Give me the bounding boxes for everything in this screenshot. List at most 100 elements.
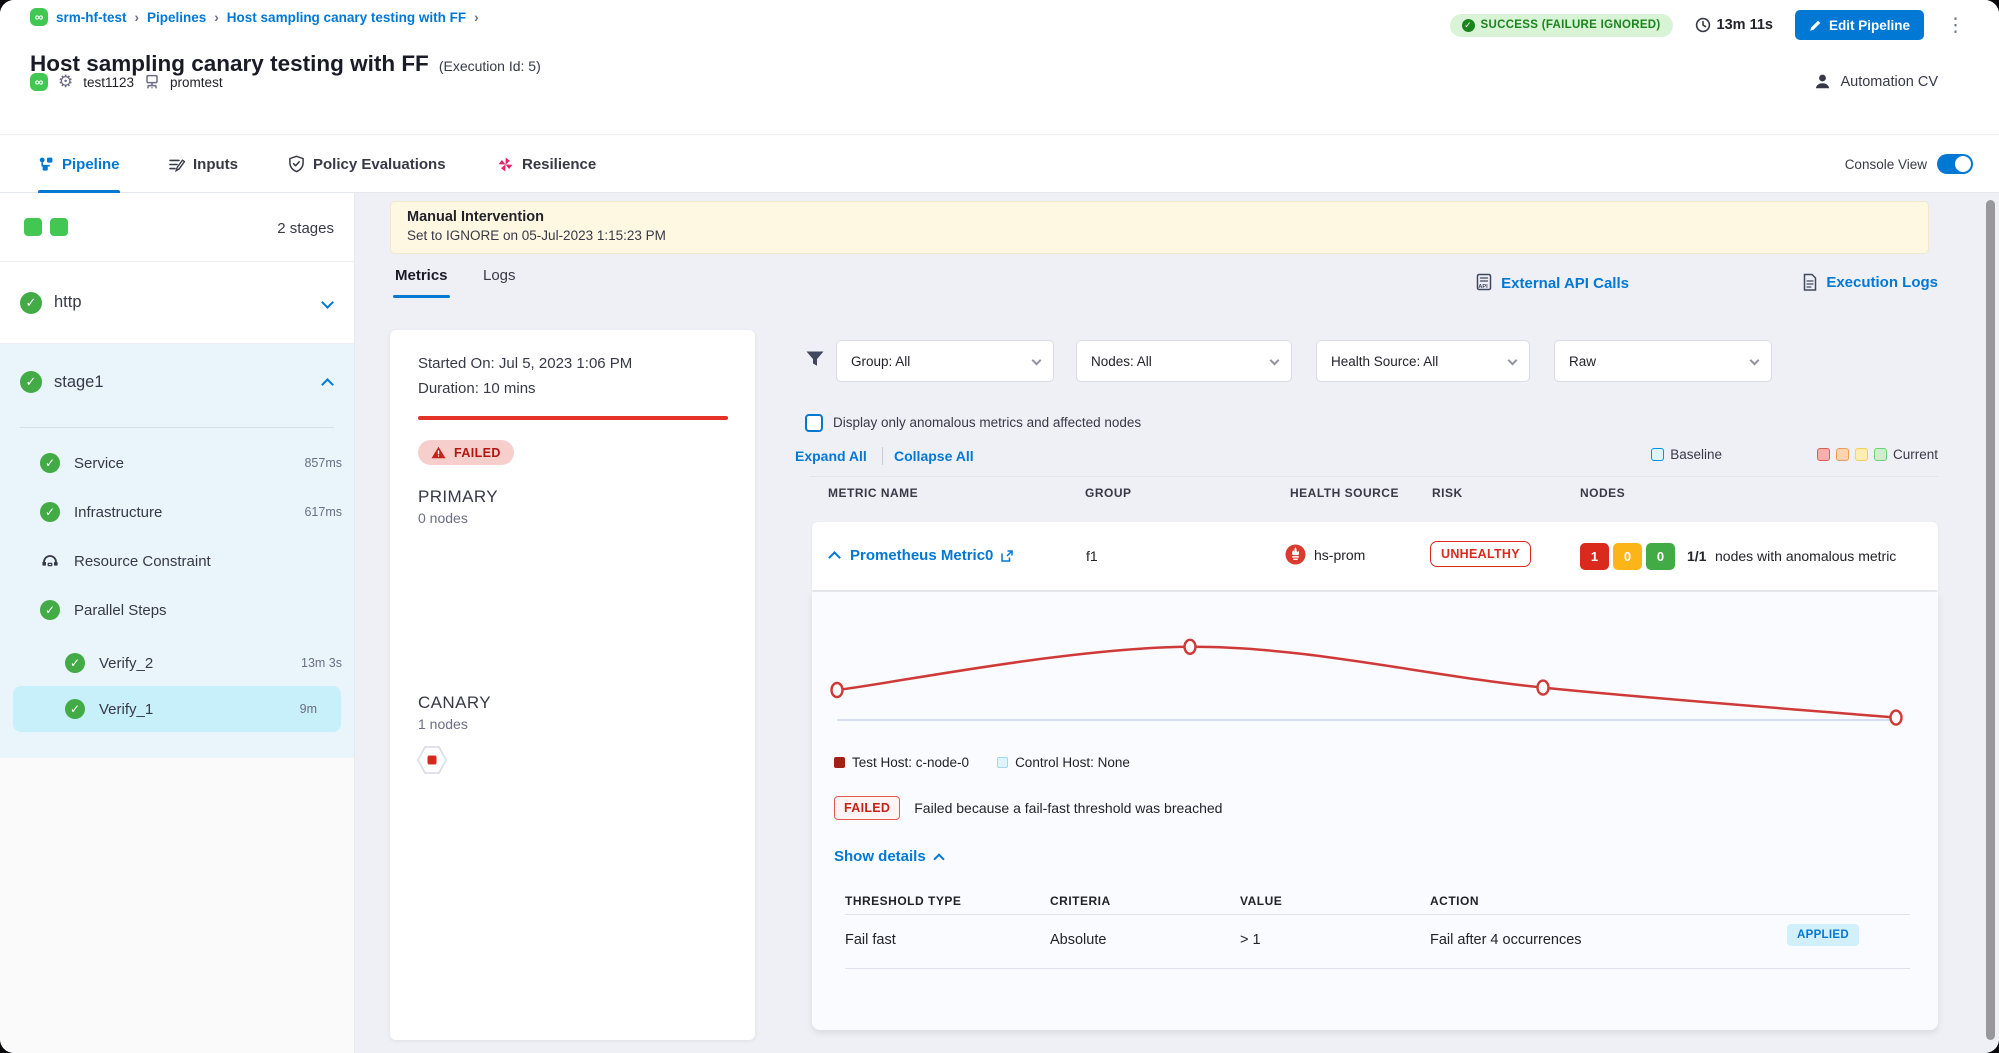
breadcrumb-separator: › bbox=[214, 10, 219, 25]
current-swatch-red bbox=[1817, 448, 1830, 461]
value-cell: > 1 bbox=[1240, 932, 1261, 948]
nodes-filter-select[interactable]: Nodes: All bbox=[1076, 340, 1292, 382]
expand-all-link[interactable]: Expand All bbox=[795, 448, 867, 464]
chevron-up-icon bbox=[933, 853, 944, 864]
success-check-icon: ✓ bbox=[20, 371, 42, 393]
stage-count: 2 stages bbox=[277, 220, 334, 237]
breadcrumb: ∞ srm-hf-test › Pipelines › Host samplin… bbox=[30, 8, 479, 26]
raw-mode-select[interactable]: Raw bbox=[1554, 340, 1772, 382]
execution-duration: 13m 11s bbox=[1695, 17, 1773, 33]
failed-badge: FAILED bbox=[834, 796, 900, 820]
external-api-calls-link[interactable]: API External API Calls bbox=[1475, 273, 1629, 293]
breadcrumb-pipelines[interactable]: Pipelines bbox=[147, 10, 206, 25]
tab-logs[interactable]: Logs bbox=[483, 267, 516, 284]
node-count-red: 1 bbox=[1580, 543, 1609, 570]
service-link[interactable]: test1123 bbox=[83, 75, 134, 90]
divider bbox=[20, 427, 334, 428]
stage-section-stage1: ✓ stage1 ✓ Service 857ms ✓ Infrastructur… bbox=[0, 344, 354, 758]
header-actions: ✓ SUCCESS (FAILURE IGNORED) 13m 11s Edit… bbox=[1450, 10, 1965, 40]
edit-pipeline-button[interactable]: Edit Pipeline bbox=[1795, 10, 1924, 40]
gear-icon: ⚙ bbox=[58, 72, 73, 92]
step-row-verify1-selected[interactable]: ✓ Verify_1 9m bbox=[13, 686, 341, 732]
col-nodes: NODES bbox=[1580, 486, 1625, 500]
console-view-control: Console View bbox=[1845, 135, 1973, 193]
verification-status-pill: FAILED bbox=[418, 440, 514, 465]
breadcrumb-project[interactable]: srm-hf-test bbox=[56, 10, 127, 25]
stage-status-square bbox=[50, 218, 68, 236]
api-doc-icon: API bbox=[1475, 273, 1493, 293]
step-row-parallel-steps[interactable]: ✓ Parallel Steps bbox=[40, 587, 354, 633]
health-source-filter-select[interactable]: Health Source: All bbox=[1316, 340, 1530, 382]
divider bbox=[845, 914, 1910, 915]
chevron-up-icon[interactable] bbox=[321, 378, 334, 391]
breadcrumb-pipeline-name[interactable]: Host sampling canary testing with FF bbox=[227, 10, 466, 25]
metrics-panel: Group: All Nodes: All Health Source: All… bbox=[780, 330, 1940, 1040]
canary-node-hexagon[interactable] bbox=[416, 745, 448, 775]
step-row-service[interactable]: ✓ Service 857ms bbox=[40, 440, 354, 486]
tab-metrics[interactable]: Metrics bbox=[395, 267, 448, 284]
step-row-verify2[interactable]: ✓ Verify_2 13m 3s bbox=[65, 640, 354, 686]
step-row-resource-constraint[interactable]: Resource Constraint bbox=[40, 538, 354, 584]
pipeline-icon bbox=[38, 156, 54, 172]
app-window: ∞ srm-hf-test › Pipelines › Host samplin… bbox=[0, 0, 1999, 1053]
shield-check-icon bbox=[288, 155, 305, 173]
col-risk: RISK bbox=[1432, 486, 1463, 500]
collapse-all-link[interactable]: Collapse All bbox=[894, 448, 974, 464]
test-host-legend: Test Host: c-node-0 bbox=[834, 755, 969, 770]
metric-name-link[interactable]: Prometheus Metric0 bbox=[850, 547, 1014, 564]
risk-badge: UNHEALTHY bbox=[1430, 541, 1531, 567]
stage-row-stage1[interactable]: ✓ stage1 bbox=[0, 344, 354, 420]
metric-detail-card: Test Host: c-node-0 Control Host: None F… bbox=[812, 592, 1938, 1030]
group-filter-select[interactable]: Group: All bbox=[836, 340, 1054, 382]
col-threshold-type: THRESHOLD TYPE bbox=[845, 894, 961, 908]
prometheus-icon bbox=[1285, 544, 1306, 565]
criteria-cell: Absolute bbox=[1050, 932, 1106, 948]
console-view-label: Console View bbox=[1845, 157, 1927, 172]
node-count-amber: 0 bbox=[1613, 543, 1642, 570]
tab-pipeline[interactable]: Pipeline bbox=[38, 135, 120, 193]
resource-constraint-icon bbox=[40, 552, 60, 570]
filter-icon bbox=[805, 350, 825, 369]
anomalous-only-checkbox[interactable] bbox=[805, 414, 823, 432]
warning-triangle-icon bbox=[431, 446, 446, 459]
success-check-icon: ✓ bbox=[65, 653, 85, 673]
stage-row-http[interactable]: ✓ http bbox=[0, 262, 354, 344]
divider bbox=[882, 447, 883, 465]
tab-resilience[interactable]: Resilience bbox=[497, 135, 596, 193]
test-host-swatch bbox=[834, 757, 845, 768]
current-swatch-green bbox=[1874, 448, 1887, 461]
step-details-panel: Manual Intervention Set to IGNORE on 05-… bbox=[355, 193, 1999, 1053]
vertical-scrollbar[interactable] bbox=[1986, 200, 1995, 1040]
current-legend: Current bbox=[1817, 447, 1938, 462]
resilience-icon bbox=[497, 156, 514, 173]
breadcrumb-separator: › bbox=[135, 10, 140, 25]
chevron-down-icon[interactable] bbox=[321, 296, 334, 309]
artifact-icon bbox=[144, 74, 160, 90]
kebab-menu[interactable]: ⋮ bbox=[1946, 16, 1965, 35]
manual-intervention-banner: Manual Intervention Set to IGNORE on 05-… bbox=[390, 201, 1929, 254]
metric-row[interactable]: Prometheus Metric0 f1 hs-prom UNHEALTHY … bbox=[812, 522, 1938, 590]
tab-inputs[interactable]: Inputs bbox=[168, 135, 238, 193]
execution-sidebar: 2 stages ✓ http ✓ stage1 ✓ Service 857ms… bbox=[0, 193, 355, 1053]
user-icon bbox=[1813, 72, 1832, 91]
canary-label: CANARY bbox=[418, 693, 491, 713]
execution-logs-link[interactable]: Execution Logs bbox=[1802, 273, 1938, 292]
execution-id: (Execution Id: 5) bbox=[439, 58, 541, 74]
success-check-icon: ✓ bbox=[40, 600, 60, 620]
threshold-type-cell: Fail fast bbox=[845, 932, 896, 948]
step-row-infrastructure[interactable]: ✓ Infrastructure 617ms bbox=[40, 489, 354, 535]
collapse-metric-chevron[interactable] bbox=[828, 551, 841, 564]
tab-policy-evaluations[interactable]: Policy Evaluations bbox=[288, 135, 446, 193]
health-source-cell: hs-prom bbox=[1285, 544, 1365, 565]
show-details-link[interactable]: Show details bbox=[834, 848, 943, 865]
check-icon: ✓ bbox=[1462, 19, 1475, 32]
success-check-icon: ✓ bbox=[20, 292, 42, 314]
artifact-link[interactable]: promtest bbox=[170, 75, 223, 90]
external-link-icon bbox=[1000, 549, 1014, 563]
divider bbox=[810, 476, 1938, 477]
banner-subtitle: Set to IGNORE on 05-Jul-2023 1:15:23 PM bbox=[407, 228, 1912, 243]
canary-nodes: 1 nodes bbox=[418, 716, 468, 732]
console-view-toggle[interactable] bbox=[1937, 154, 1973, 174]
col-action: ACTION bbox=[1430, 894, 1479, 908]
failure-reason-row: FAILED Failed because a fail-fast thresh… bbox=[834, 796, 1222, 820]
